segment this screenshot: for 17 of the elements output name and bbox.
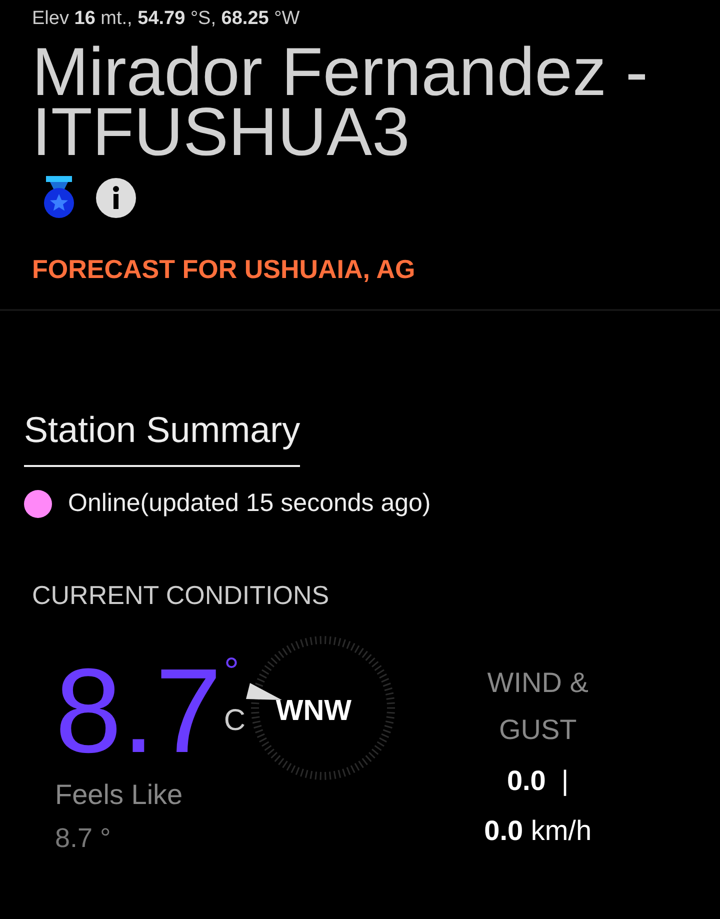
status-text: Online(updated 15 seconds ago) [68,489,431,518]
forecast-link[interactable]: FORECAST FOR USHUAIA, AG [32,254,416,285]
wind-speed: 0.0 | [506,764,569,798]
wind-label: WIND & GUST [486,666,590,747]
gust-speed: 0.0 km/h [484,814,592,848]
conditions-title: CURRENT CONDITIONS [32,580,330,611]
degree-symbol: ° [224,651,240,694]
wind-direction: WNW [276,695,352,728]
temperature-value: 8.7 [55,651,222,771]
temperature-unit: C [224,704,246,738]
station-title: Mirador Fernandez - ITFUSHUA3 [32,42,650,162]
feels-like-value: 8.7 ° [55,823,112,854]
info-icon[interactable] [96,178,136,218]
feels-like-label: Feels Like [55,779,184,811]
section-title: Station Summary [24,409,300,467]
medal-icon [42,176,76,220]
station-location: Elev 16 mt., 54.79 °S, 68.25 °W [32,8,301,30]
